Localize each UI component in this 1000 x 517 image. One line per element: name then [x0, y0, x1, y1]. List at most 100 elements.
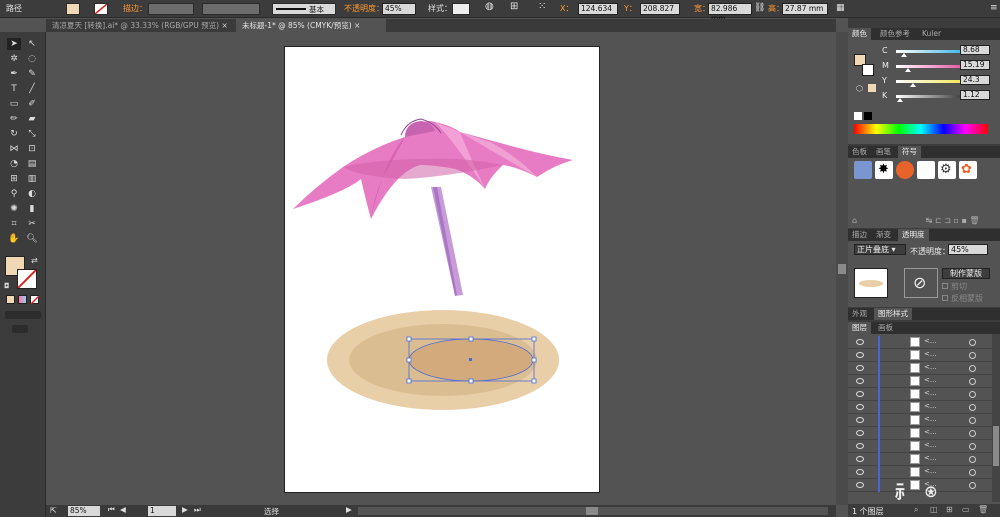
target-circle-icon[interactable] — [969, 391, 976, 398]
layer-row[interactable]: <... — [848, 349, 992, 362]
y-value[interactable]: 24.3 — [960, 75, 990, 85]
last-artboard-icon[interactable]: ⏭ — [194, 505, 201, 515]
c-value[interactable]: 8.68 — [960, 45, 990, 55]
prev-artboard-icon[interactable]: ◀ — [120, 505, 126, 514]
target-circle-icon[interactable] — [969, 339, 976, 346]
mesh-tool-icon[interactable]: ⊞ — [7, 173, 21, 185]
align-icon[interactable]: ⊞ — [510, 2, 518, 12]
default-colors-icon[interactable]: ◘ — [4, 282, 10, 290]
layer-row[interactable]: <... — [848, 362, 992, 375]
line-tool-icon[interactable]: ╱ — [25, 83, 39, 95]
slice-tool-icon[interactable]: ✂ — [25, 218, 39, 230]
direct-selection-tool-icon[interactable]: ↖ — [25, 38, 39, 50]
recolor-icon[interactable]: ◍ — [485, 2, 494, 12]
layer-row[interactable]: <... — [848, 427, 992, 440]
visibility-eye-icon[interactable] — [856, 404, 864, 410]
close-icon[interactable]: × — [354, 21, 360, 30]
next-artboard-icon[interactable]: ▶ — [182, 505, 188, 514]
symbol-sprayer-tool-icon[interactable]: ✺ — [7, 203, 21, 215]
target-circle-icon[interactable] — [969, 365, 976, 372]
stroke-weight-field[interactable] — [148, 3, 194, 15]
black-swatch[interactable] — [864, 112, 872, 120]
layer-row[interactable]: <... — [848, 375, 992, 388]
slider-marker-icon[interactable] — [910, 83, 917, 87]
visibility-eye-icon[interactable] — [856, 456, 864, 462]
symbol-orange-button[interactable] — [896, 161, 914, 179]
tab-document-1[interactable]: 清凉夏天 [转换].ai* @ 33.33% (RGB/GPU 预览) × — [46, 19, 232, 32]
layer-row[interactable]: <... — [848, 414, 992, 427]
opacity-field[interactable]: 45% — [382, 3, 416, 15]
x-field[interactable]: 124.634 — [578, 3, 618, 15]
none-mode-icon[interactable] — [30, 295, 40, 305]
locate-object-icon[interactable]: ⌕ — [914, 505, 918, 515]
pencil-tool-icon[interactable]: ✏ — [7, 113, 21, 125]
new-layer-icon[interactable]: ▭ — [962, 505, 970, 514]
vertical-scrollbar[interactable] — [836, 32, 848, 505]
visibility-eye-icon[interactable] — [856, 417, 864, 423]
free-transform-tool-icon[interactable]: ⊡ — [25, 143, 39, 155]
gradient-tool-icon[interactable]: ▥ — [25, 173, 39, 185]
reference-point-icon[interactable]: ⁙ — [538, 2, 546, 12]
tab-symbols[interactable]: 符号 — [898, 146, 921, 158]
link-icon[interactable]: ⛓ — [754, 3, 765, 13]
layer-row[interactable]: <... — [848, 388, 992, 401]
zoom-select[interactable]: 85% — [68, 506, 100, 516]
rectangle-tool-icon[interactable]: ▭ — [7, 98, 21, 110]
target-circle-icon[interactable] — [969, 417, 976, 424]
zoom-tool-icon[interactable]: 🔍︎ — [25, 233, 39, 245]
visibility-eye-icon[interactable] — [856, 443, 864, 449]
symbol-frame[interactable] — [917, 161, 935, 179]
symbol-blue-banner[interactable] — [854, 161, 872, 179]
w-field[interactable]: 82.986 mm — [708, 3, 752, 23]
first-artboard-icon[interactable]: ⏮ — [108, 505, 115, 515]
target-circle-icon[interactable] — [969, 430, 976, 437]
delete-layer-icon[interactable]: 🗑︎ — [978, 505, 988, 514]
type-tool-icon[interactable]: T — [7, 83, 21, 95]
curvature-tool-icon[interactable]: ✎ — [25, 68, 39, 80]
target-circle-icon[interactable] — [969, 456, 976, 463]
tab-document-2[interactable]: 未标题-1* @ 85% (CMYK/预览) × — [236, 19, 386, 32]
layer-row[interactable]: <... — [848, 336, 992, 349]
target-circle-icon[interactable] — [969, 352, 976, 359]
h-field[interactable]: 27.87 mm — [782, 3, 828, 15]
tab-appearance[interactable]: 外观 — [848, 308, 871, 320]
visibility-eye-icon[interactable] — [856, 430, 864, 436]
blend-tool-icon[interactable]: ◐ — [25, 188, 39, 200]
stroke-color-box[interactable] — [17, 269, 37, 289]
target-circle-icon[interactable] — [969, 443, 976, 450]
canvas-area[interactable] — [46, 32, 836, 505]
perspective-grid-tool-icon[interactable]: ▤ — [25, 158, 39, 170]
graphic-style-swatch[interactable] — [452, 3, 470, 15]
screen-mode-icon[interactable] — [12, 325, 28, 333]
hand-tool-icon[interactable]: ✋ — [7, 233, 21, 245]
transform-icon[interactable]: ▦ — [836, 3, 845, 13]
tab-transparency[interactable]: 透明度 — [898, 229, 929, 241]
blend-mode-select[interactable]: 正片叠底 ▾ — [854, 244, 906, 255]
clip-checkbox[interactable] — [942, 283, 948, 289]
swap-colors-icon[interactable]: ⇄ — [31, 256, 38, 265]
tab-color[interactable]: 颜色 — [848, 28, 871, 40]
visibility-eye-icon[interactable] — [856, 469, 864, 475]
visibility-eye-icon[interactable] — [856, 352, 864, 358]
horizontal-scrollbar[interactable] — [358, 507, 828, 515]
visibility-eye-icon[interactable] — [856, 391, 864, 397]
selection-tool-icon[interactable]: ➤ — [7, 38, 21, 50]
symbols-footer-icons[interactable]: ⌂ ↹ ⊏ ⊐ ▫ ▪ 🗑︎ — [852, 216, 996, 226]
visibility-eye-icon[interactable] — [856, 339, 864, 345]
status-menu-icon[interactable]: ▶ — [346, 505, 352, 514]
artboard-tool-icon[interactable]: ⌗ — [7, 218, 21, 230]
paintbrush-tool-icon[interactable]: ✐ — [25, 98, 39, 110]
column-graph-tool-icon[interactable]: ▮ — [25, 203, 39, 215]
symbol-ring[interactable]: ⚙ — [938, 161, 956, 179]
y-field[interactable]: 208.827 — [640, 3, 680, 15]
mask-thumbnail[interactable]: ⊘ — [904, 268, 938, 298]
slider-marker-icon[interactable] — [896, 98, 903, 102]
target-circle-icon[interactable] — [969, 404, 976, 411]
none-swatch[interactable] — [854, 112, 862, 120]
artboard[interactable] — [284, 46, 600, 493]
symbol-splat[interactable]: ✸ — [875, 161, 893, 179]
tab-swatches[interactable]: 色板 — [848, 146, 871, 158]
scroll-thumb[interactable] — [586, 507, 598, 515]
new-sublayer-icon[interactable]: ⊞ — [946, 505, 953, 514]
out-of-gamut-icon[interactable]: ⬡ — [856, 84, 863, 93]
